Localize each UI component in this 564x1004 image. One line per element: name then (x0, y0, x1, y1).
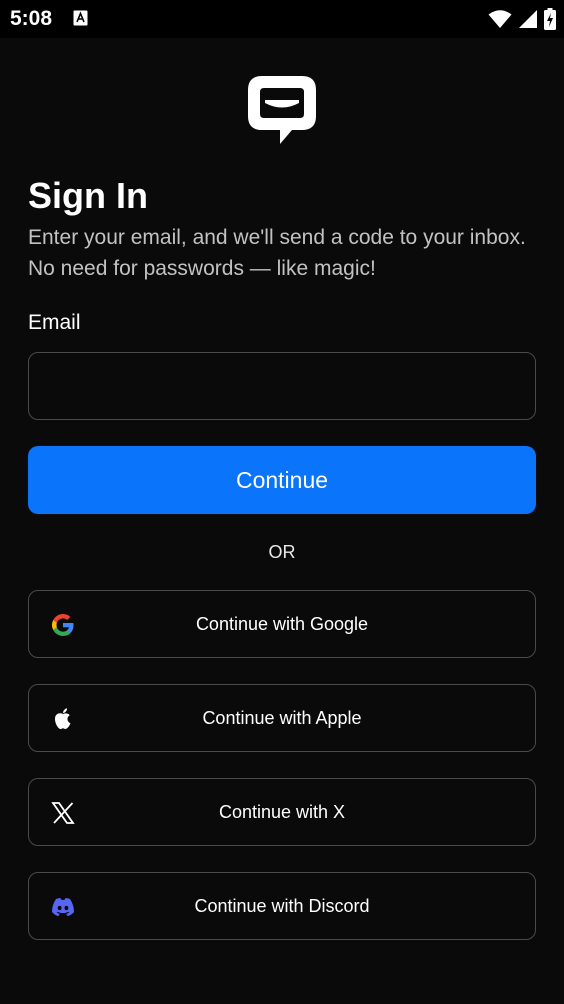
status-time: 5:08 (10, 7, 53, 30)
continue-with-google-button[interactable]: Continue with Google (28, 590, 536, 658)
battery-charging-icon (544, 8, 556, 30)
status-icons (488, 8, 556, 30)
continue-with-apple-button[interactable]: Continue with Apple (28, 684, 536, 752)
chat-logo-icon (248, 76, 316, 144)
page-subtitle: Enter your email, and we'll send a code … (28, 226, 526, 280)
email-input[interactable] (28, 352, 536, 420)
continue-with-discord-label: Continue with Discord (194, 895, 370, 916)
continue-with-x-label: Continue with X (218, 801, 346, 822)
continue-with-discord-button[interactable]: Continue with Discord (28, 872, 536, 940)
status-bar: 5:08 (0, 0, 564, 38)
continue-with-apple-label: Continue with Apple (202, 707, 362, 728)
or-divider-text: OR (268, 542, 296, 562)
cellular-signal-icon (519, 10, 537, 28)
continue-with-x-button[interactable]: Continue with X (28, 778, 536, 846)
continue-with-google-label: Continue with Google (195, 613, 369, 634)
page-title: Sign In (28, 175, 148, 216)
wifi-icon (488, 10, 512, 28)
continue-button[interactable]: Continue (28, 446, 536, 514)
notification-a-icon (73, 10, 88, 26)
email-label: Email (28, 311, 81, 334)
